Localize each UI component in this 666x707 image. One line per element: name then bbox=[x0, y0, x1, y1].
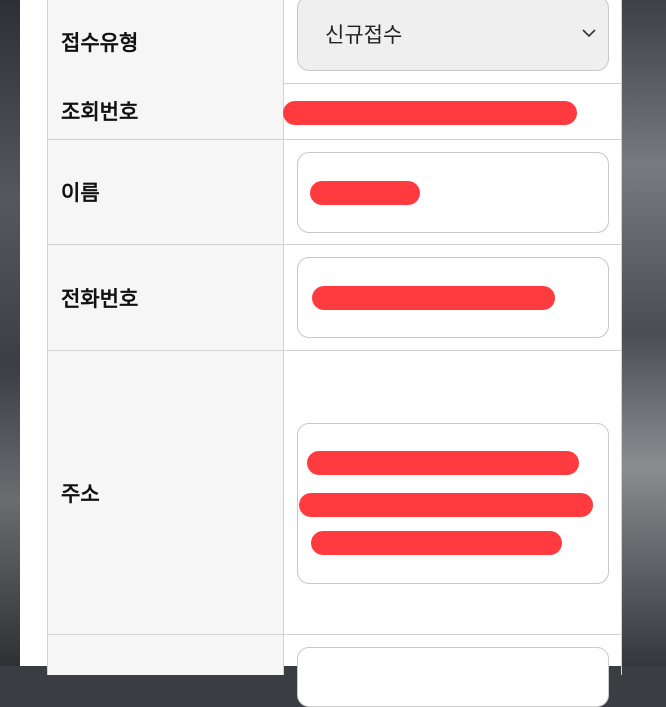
background-right bbox=[622, 0, 666, 666]
phone-input[interactable] bbox=[297, 257, 609, 338]
next-row-cell bbox=[284, 635, 622, 707]
name-input[interactable] bbox=[297, 152, 609, 233]
background-left bbox=[0, 0, 20, 666]
row-name: 이름 bbox=[47, 140, 622, 245]
next-row-input[interactable] bbox=[297, 647, 609, 707]
row-next-partial bbox=[47, 635, 622, 707]
row-reception-type: 접수유형 신규접수 bbox=[47, 0, 622, 84]
address-redaction-line-2 bbox=[299, 493, 593, 517]
next-row-label bbox=[47, 635, 284, 675]
reception-type-cell: 신규접수 bbox=[284, 0, 622, 83]
chevron-down-icon bbox=[582, 28, 596, 37]
lookup-number-cell bbox=[283, 83, 622, 139]
name-redaction bbox=[310, 181, 420, 205]
lookup-number-label: 조회번호 bbox=[47, 83, 284, 139]
address-redaction-line-3 bbox=[311, 531, 562, 555]
row-address: 주소 bbox=[47, 351, 622, 635]
reception-type-select[interactable]: 신규접수 bbox=[297, 0, 609, 71]
address-redaction-line-1 bbox=[307, 451, 579, 475]
lookup-number-redaction bbox=[283, 101, 577, 125]
phone-redaction bbox=[312, 286, 555, 310]
reception-type-label: 접수유형 bbox=[47, 0, 284, 83]
form-table: 접수유형 신규접수 조회번호 이름 전화번호 주소 bbox=[47, 0, 622, 707]
row-lookup-number: 조회번호 bbox=[47, 83, 622, 140]
phone-cell bbox=[284, 245, 622, 350]
address-label: 주소 bbox=[47, 351, 284, 634]
phone-label: 전화번호 bbox=[47, 245, 284, 350]
address-cell bbox=[284, 351, 622, 634]
row-phone: 전화번호 bbox=[47, 245, 622, 351]
reception-type-selected: 신규접수 bbox=[325, 22, 403, 47]
name-label: 이름 bbox=[47, 140, 284, 244]
form-sheet: 접수유형 신규접수 조회번호 이름 전화번호 주소 bbox=[20, 0, 622, 707]
name-cell bbox=[284, 140, 622, 244]
address-textarea[interactable] bbox=[297, 423, 609, 584]
